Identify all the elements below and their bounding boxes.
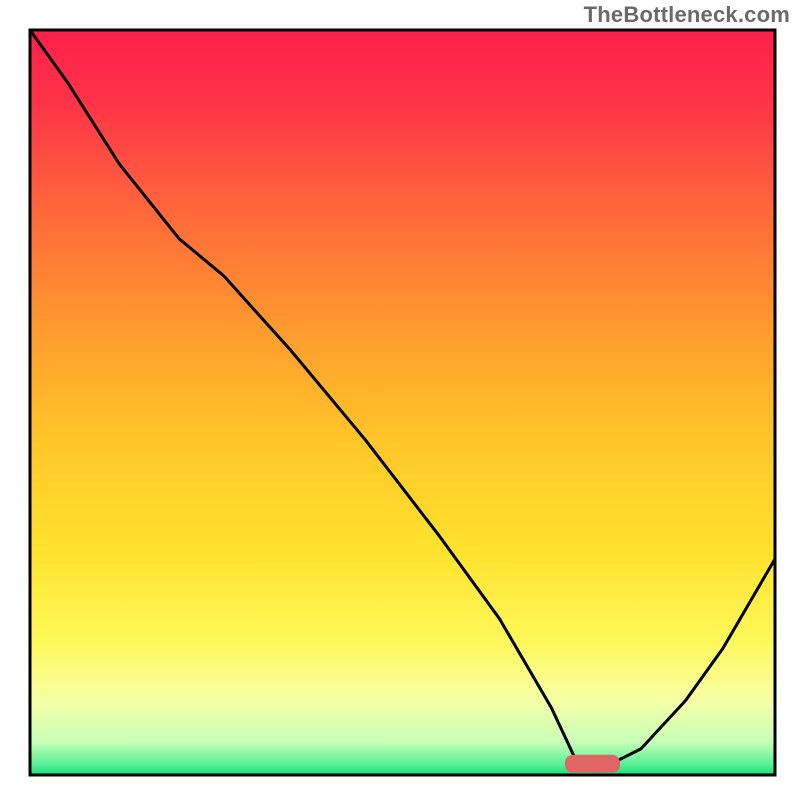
plot-background xyxy=(30,30,775,775)
optimum-marker xyxy=(565,755,620,773)
bottleneck-chart xyxy=(0,0,800,800)
